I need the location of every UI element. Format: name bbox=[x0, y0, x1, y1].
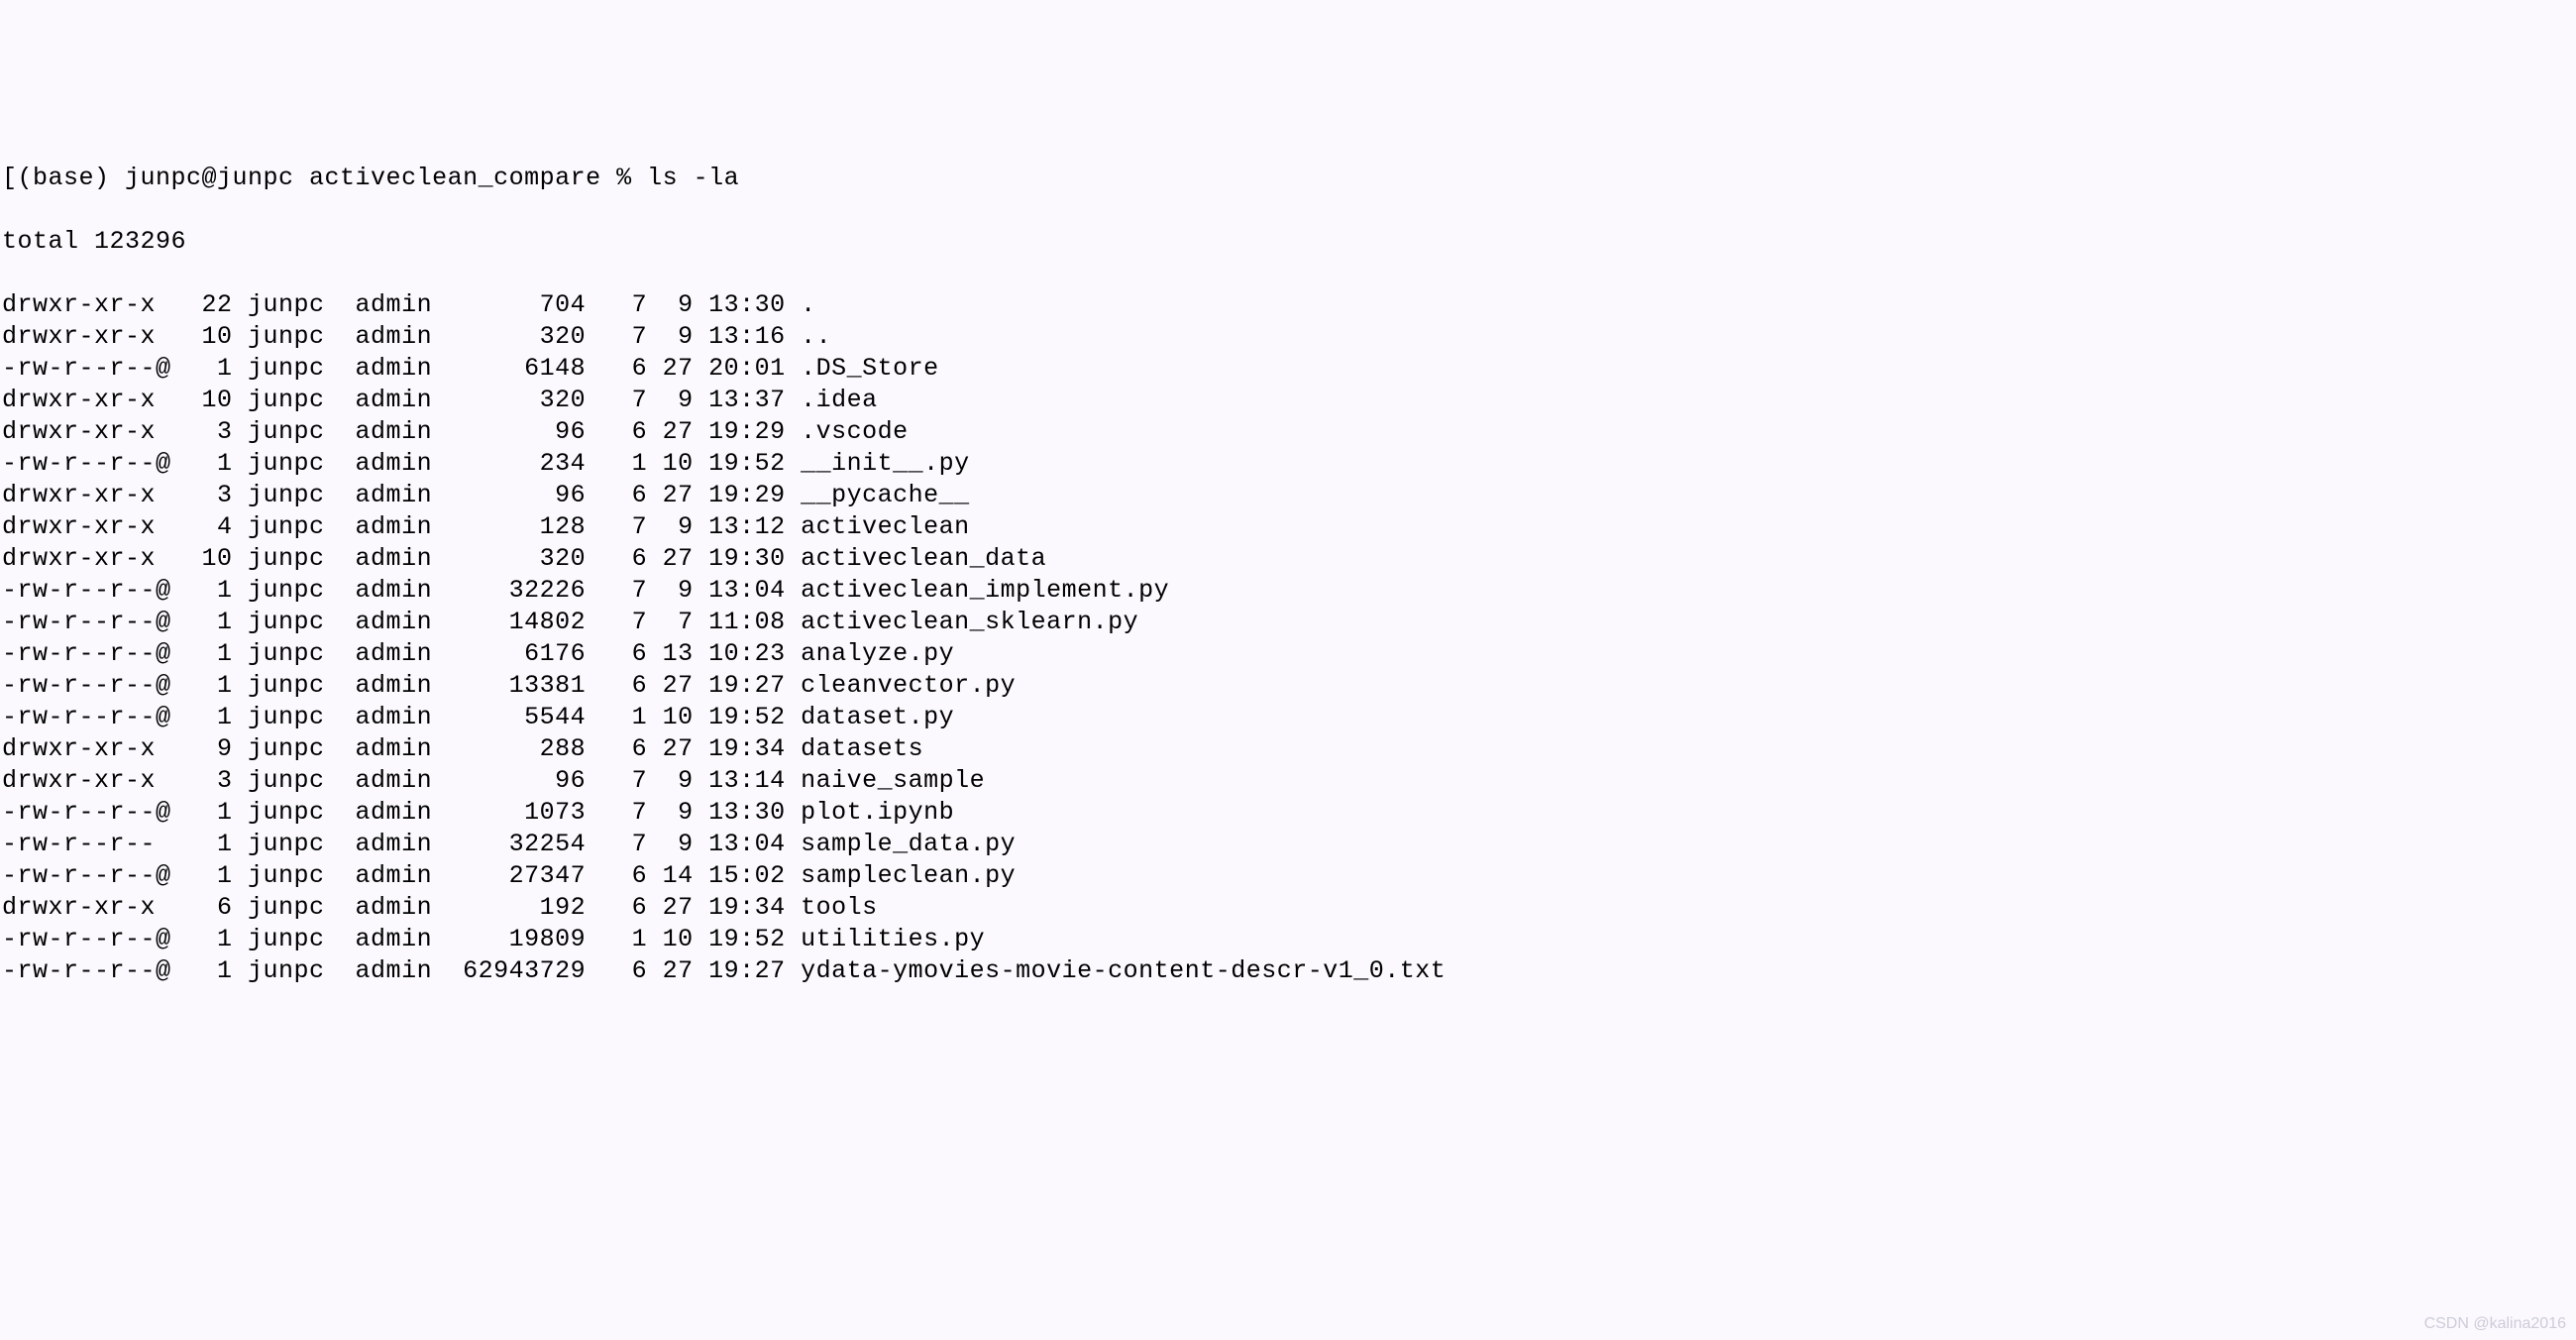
file-row: drwxr-xr-x 9 junpc admin 288 6 27 19:34 … bbox=[2, 733, 2574, 765]
file-row: -rw-r--r-- 1 junpc admin 32254 7 9 13:04… bbox=[2, 829, 2574, 860]
file-row: -rw-r--r--@ 1 junpc admin 62943729 6 27 … bbox=[2, 955, 2574, 987]
file-row: -rw-r--r--@ 1 junpc admin 14802 7 7 11:0… bbox=[2, 607, 2574, 638]
file-row: -rw-r--r--@ 1 junpc admin 19809 1 10 19:… bbox=[2, 924, 2574, 955]
file-row: drwxr-xr-x 6 junpc admin 192 6 27 19:34 … bbox=[2, 892, 2574, 924]
file-row: drwxr-xr-x 10 junpc admin 320 6 27 19:30… bbox=[2, 543, 2574, 575]
file-row: drwxr-xr-x 10 junpc admin 320 7 9 13:37 … bbox=[2, 385, 2574, 416]
file-row: -rw-r--r--@ 1 junpc admin 27347 6 14 15:… bbox=[2, 860, 2574, 892]
file-row: -rw-r--r--@ 1 junpc admin 234 1 10 19:52… bbox=[2, 448, 2574, 480]
file-row: drwxr-xr-x 10 junpc admin 320 7 9 13:16 … bbox=[2, 321, 2574, 353]
file-row: drwxr-xr-x 3 junpc admin 96 6 27 19:29 .… bbox=[2, 416, 2574, 448]
terminal-output[interactable]: [(base) junpc@junpc activeclean_compare … bbox=[2, 131, 2574, 1019]
file-row: drwxr-xr-x 3 junpc admin 96 7 9 13:14 na… bbox=[2, 765, 2574, 797]
watermark-text: CSDN @kalina2016 bbox=[2424, 1314, 2566, 1334]
file-row: -rw-r--r--@ 1 junpc admin 6176 6 13 10:2… bbox=[2, 638, 2574, 670]
command-prompt-line: [(base) junpc@junpc activeclean_compare … bbox=[2, 163, 2574, 194]
file-row: -rw-r--r--@ 1 junpc admin 5544 1 10 19:5… bbox=[2, 702, 2574, 733]
file-row: drwxr-xr-x 22 junpc admin 704 7 9 13:30 … bbox=[2, 289, 2574, 321]
file-row: drwxr-xr-x 4 junpc admin 128 7 9 13:12 a… bbox=[2, 511, 2574, 543]
file-row: drwxr-xr-x 3 junpc admin 96 6 27 19:29 _… bbox=[2, 480, 2574, 511]
file-listing: drwxr-xr-x 22 junpc admin 704 7 9 13:30 … bbox=[2, 289, 2574, 987]
total-line: total 123296 bbox=[2, 226, 2574, 258]
file-row: -rw-r--r--@ 1 junpc admin 6148 6 27 20:0… bbox=[2, 353, 2574, 385]
file-row: -rw-r--r--@ 1 junpc admin 13381 6 27 19:… bbox=[2, 670, 2574, 702]
file-row: -rw-r--r--@ 1 junpc admin 32226 7 9 13:0… bbox=[2, 575, 2574, 607]
file-row: -rw-r--r--@ 1 junpc admin 1073 7 9 13:30… bbox=[2, 797, 2574, 829]
